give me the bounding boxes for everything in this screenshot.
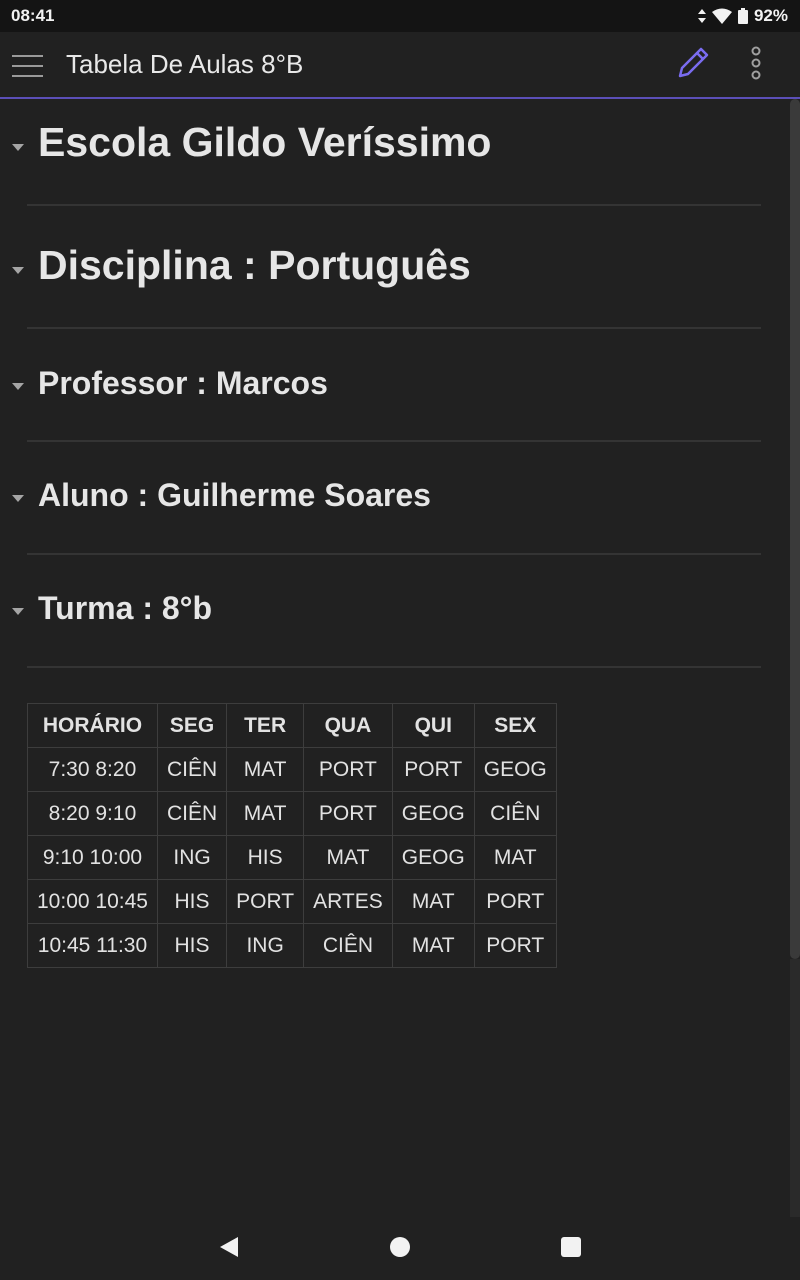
app-bar: Tabela De Aulas 8°B: [0, 32, 800, 99]
section-subject[interactable]: Disciplina : Português: [0, 242, 790, 298]
table-row: 8:20 9:10 CIÊN MAT PORT GEOG CIÊN: [27, 791, 557, 836]
divider: [27, 666, 761, 668]
divider: [27, 204, 761, 206]
pencil-icon[interactable]: [674, 44, 712, 82]
table-cell: MAT: [226, 791, 305, 836]
section-student[interactable]: Aluno : Guilherme Soares: [0, 477, 790, 521]
section-heading: Aluno : Guilherme Soares: [38, 477, 431, 513]
table-cell: GEOG: [473, 747, 557, 792]
table-header-row: HORÁRIO SEG TER QUA QUI SEX: [27, 703, 557, 748]
column-header: SEX: [473, 703, 557, 748]
note-content: Escola Gildo Veríssimo Disciplina : Port…: [0, 99, 800, 1219]
table-cell: MAT: [391, 923, 475, 968]
table-cell: HIS: [226, 835, 305, 880]
table-cell: GEOG: [391, 835, 475, 880]
table-cell: 7:30 8:20: [27, 747, 158, 792]
collapse-caret-icon[interactable]: [12, 144, 24, 151]
divider: [27, 327, 761, 329]
table-cell: 9:10 10:00: [27, 835, 158, 880]
table-cell: PORT: [303, 791, 393, 836]
collapse-caret-icon[interactable]: [12, 267, 24, 274]
scrollbar-track[interactable]: [790, 959, 800, 1217]
schedule-table: HORÁRIO SEG TER QUA QUI SEX 7:30 8:20 CI…: [27, 703, 557, 968]
table-row: 7:30 8:20 CIÊN MAT PORT PORT GEOG: [27, 747, 557, 792]
table-row: 10:45 11:30 HIS ING CIÊN MAT PORT: [27, 923, 557, 968]
table-cell: ING: [156, 835, 228, 880]
section-heading: Turma : 8°b: [38, 590, 212, 626]
battery-level: 92%: [753, 6, 788, 25]
table-cell: PORT: [473, 923, 557, 968]
collapse-caret-icon[interactable]: [12, 495, 24, 502]
more-vert-icon[interactable]: [740, 44, 772, 82]
section-heading: Professor : Marcos: [38, 365, 328, 401]
section-school[interactable]: Escola Gildo Veríssimo: [0, 119, 790, 175]
table-cell: MAT: [391, 879, 475, 924]
table-cell: PORT: [473, 879, 557, 924]
table-cell: HIS: [156, 879, 228, 924]
table-cell: 10:45 11:30: [27, 923, 158, 968]
system-nav-bar: [0, 1218, 800, 1280]
divider: [27, 440, 761, 442]
table-cell: PORT: [391, 747, 475, 792]
table-cell: MAT: [473, 835, 557, 880]
status-icons: 92%: [697, 6, 788, 26]
section-heading: Escola Gildo Veríssimo: [38, 119, 492, 165]
table-cell: MAT: [303, 835, 393, 880]
column-header: SEG: [156, 703, 228, 748]
wifi-icon: [711, 8, 732, 24]
home-icon[interactable]: [390, 1237, 410, 1257]
table-cell: CIÊN: [303, 923, 393, 968]
table-cell: PORT: [303, 747, 393, 792]
collapse-caret-icon[interactable]: [12, 383, 24, 390]
table-cell: CIÊN: [156, 791, 228, 836]
table-cell: 10:00 10:45: [27, 879, 158, 924]
status-time: 08:41: [11, 6, 55, 25]
table-cell: PORT: [226, 879, 305, 924]
table-cell: ING: [226, 923, 305, 968]
column-header: TER: [226, 703, 305, 748]
page-title: Tabela De Aulas 8°B: [66, 49, 304, 79]
column-header: HORÁRIO: [27, 703, 158, 748]
collapse-caret-icon[interactable]: [12, 608, 24, 615]
table-row: 9:10 10:00 ING HIS MAT GEOG MAT: [27, 835, 557, 880]
table-cell: CIÊN: [473, 791, 557, 836]
scrollbar-thumb[interactable]: [790, 99, 800, 959]
table-cell: HIS: [156, 923, 228, 968]
recents-icon[interactable]: [561, 1237, 581, 1257]
back-icon[interactable]: [218, 1236, 240, 1263]
section-teacher[interactable]: Professor : Marcos: [0, 365, 790, 409]
table-cell: CIÊN: [156, 747, 228, 792]
column-header: QUA: [303, 703, 393, 748]
data-arrows-icon: [697, 9, 706, 23]
section-class[interactable]: Turma : 8°b: [0, 590, 790, 634]
column-header: QUI: [391, 703, 475, 748]
section-heading: Disciplina : Português: [38, 242, 471, 288]
table-row: 10:00 10:45 HIS PORT ARTES MAT PORT: [27, 879, 557, 924]
status-bar: 08:41 92%: [0, 0, 800, 32]
table-cell: ARTES: [303, 879, 393, 924]
divider: [27, 553, 761, 555]
table-cell: MAT: [226, 747, 305, 792]
table-cell: 8:20 9:10: [27, 791, 158, 836]
table-cell: GEOG: [391, 791, 475, 836]
battery-icon: [737, 8, 748, 24]
menu-icon[interactable]: [12, 50, 44, 80]
